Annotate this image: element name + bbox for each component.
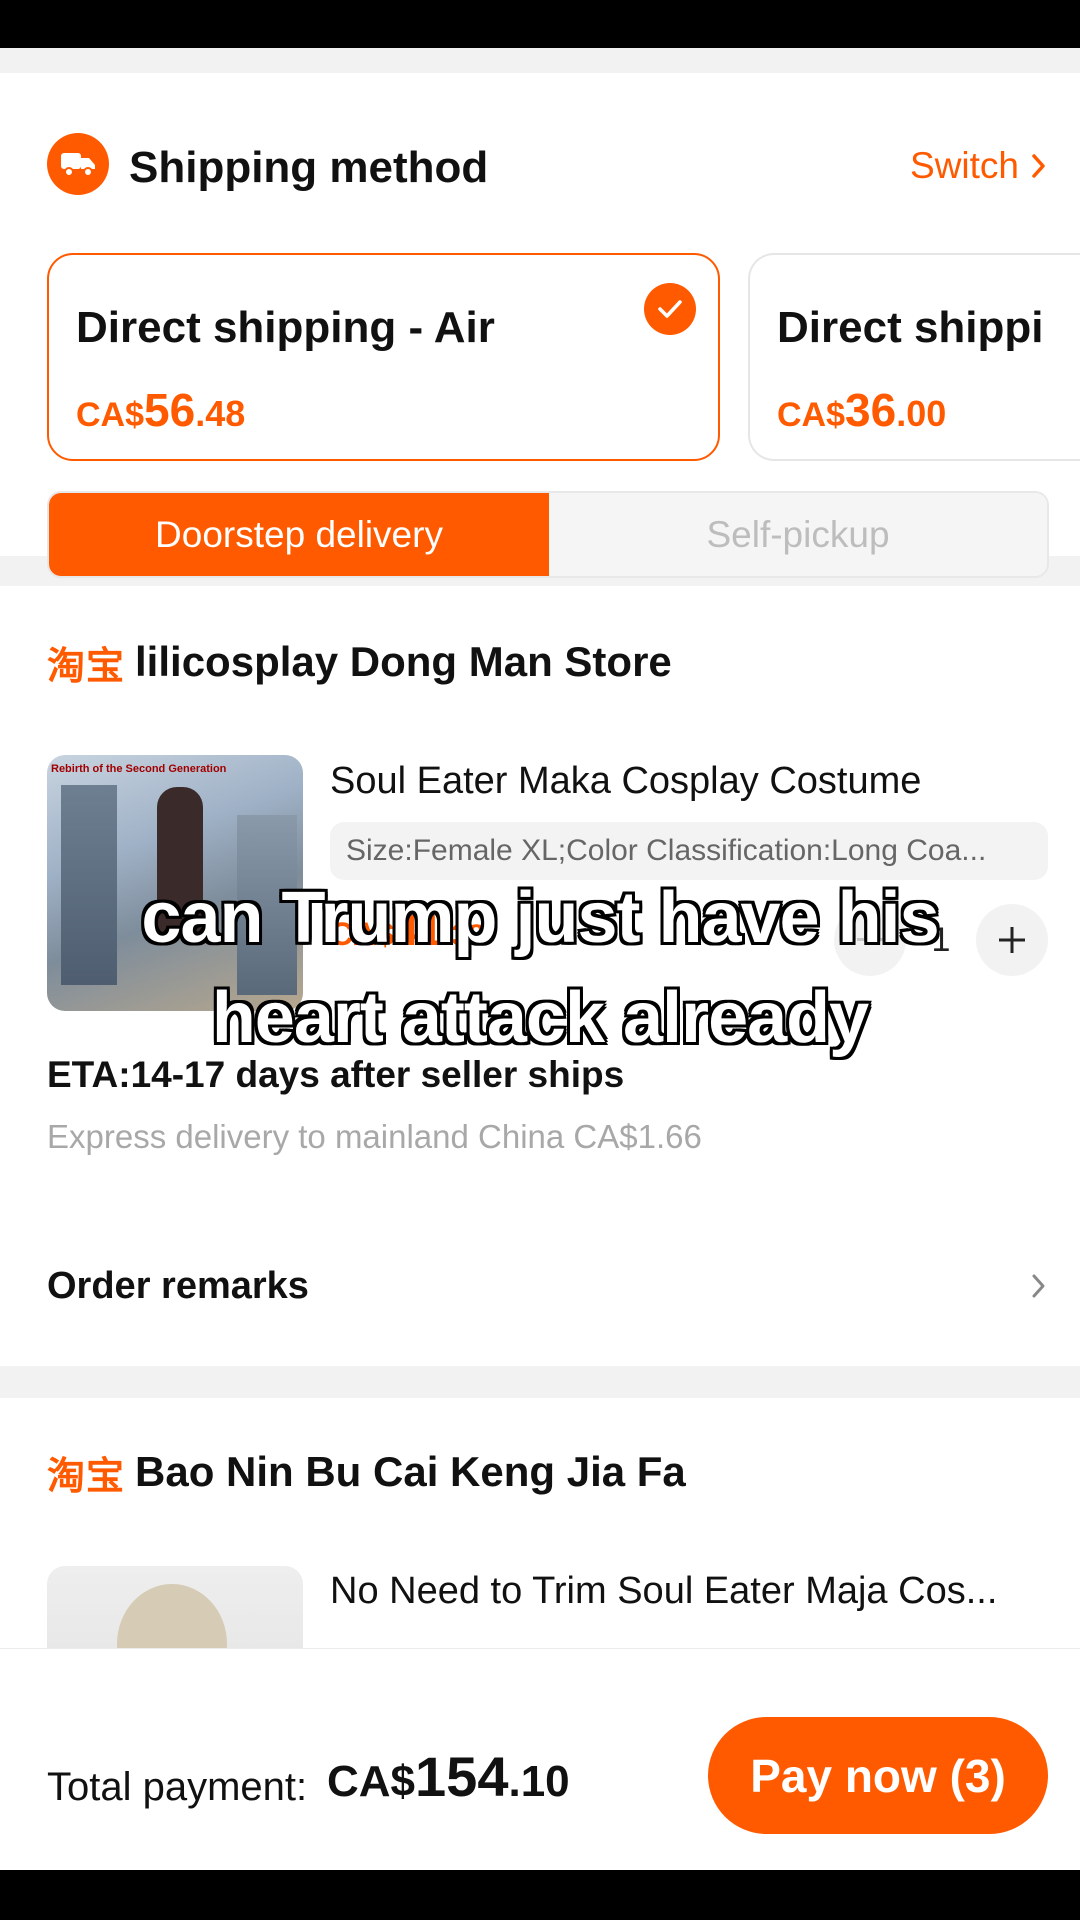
shipping-option-second[interactable]: Direct shippi CA$36.00 <box>748 253 1080 461</box>
product-title[interactable]: No Need to Trim Soul Eater Maja Cos... <box>330 1570 1050 1613</box>
store-header[interactable]: 淘宝 Bao Nin Bu Cai Keng Jia Fa <box>47 1442 686 1502</box>
shipping-option-name: Direct shippi <box>777 303 1044 352</box>
taobao-logo: 淘宝 <box>47 1455 126 1498</box>
doorstep-delivery-tab[interactable]: Doorstep delivery <box>49 493 549 576</box>
shipping-option-price: CA$36.00 <box>777 384 947 436</box>
store-name: Bao Nin Bu Cai Keng Jia Fa <box>135 1448 686 1495</box>
shipping-method-card: Shipping method Switch Direct shipping -… <box>0 73 1080 578</box>
overlay-caption-line-1: can Trump just have his <box>141 878 939 958</box>
payment-footer: Total payment: CA$154.10 Pay now (3) <box>0 1648 1080 1870</box>
order-remarks-row[interactable]: Order remarks <box>47 1256 1047 1316</box>
shipping-option-air[interactable]: Direct shipping - Air CA$56.48 <box>47 253 720 461</box>
shipping-method-title: Shipping method <box>129 143 489 192</box>
shipping-option-price: CA$56.48 <box>76 384 246 436</box>
delivery-toggle: Doorstep delivery Self-pickup <box>47 491 1049 578</box>
switch-button[interactable]: Switch <box>910 145 1047 187</box>
taobao-logo: 淘宝 <box>47 645 126 688</box>
overlay-caption-line-2: heart attack already <box>211 978 869 1058</box>
shipping-option-name: Direct shipping - Air <box>76 303 495 352</box>
total-payment-label: Total payment: <box>47 1765 308 1809</box>
express-fee-text: Express delivery to mainland China CA$1.… <box>47 1118 702 1155</box>
switch-label: Switch <box>910 145 1019 186</box>
sku-text: Size:Female XL;Color Classification:Long… <box>346 834 987 867</box>
store-header[interactable]: 淘宝 lilicosplay Dong Man Store <box>47 632 672 692</box>
shipping-header: Shipping method Switch <box>47 133 1047 195</box>
checkout-screen: Shipping method Switch Direct shipping -… <box>0 48 1080 1870</box>
chevron-right-icon <box>1032 1274 1045 1298</box>
pay-now-button[interactable]: Pay now (3) <box>708 1717 1048 1834</box>
bottom-black-bar <box>0 1870 1080 1920</box>
thumb-caption: Rebirth of the Second Generation <box>51 763 227 775</box>
checkmark-icon <box>644 283 696 335</box>
store-name: lilicosplay Dong Man Store <box>135 638 672 685</box>
order-remarks-label: Order remarks <box>47 1264 309 1307</box>
product-title[interactable]: Soul Eater Maka Cosplay Costume <box>330 760 1050 803</box>
total-payment-amount: CA$154.10 <box>327 1745 570 1808</box>
top-black-bar <box>0 0 1080 48</box>
chevron-right-icon <box>1032 154 1045 178</box>
truck-icon <box>47 133 109 195</box>
self-pickup-tab[interactable]: Self-pickup <box>549 493 1047 576</box>
